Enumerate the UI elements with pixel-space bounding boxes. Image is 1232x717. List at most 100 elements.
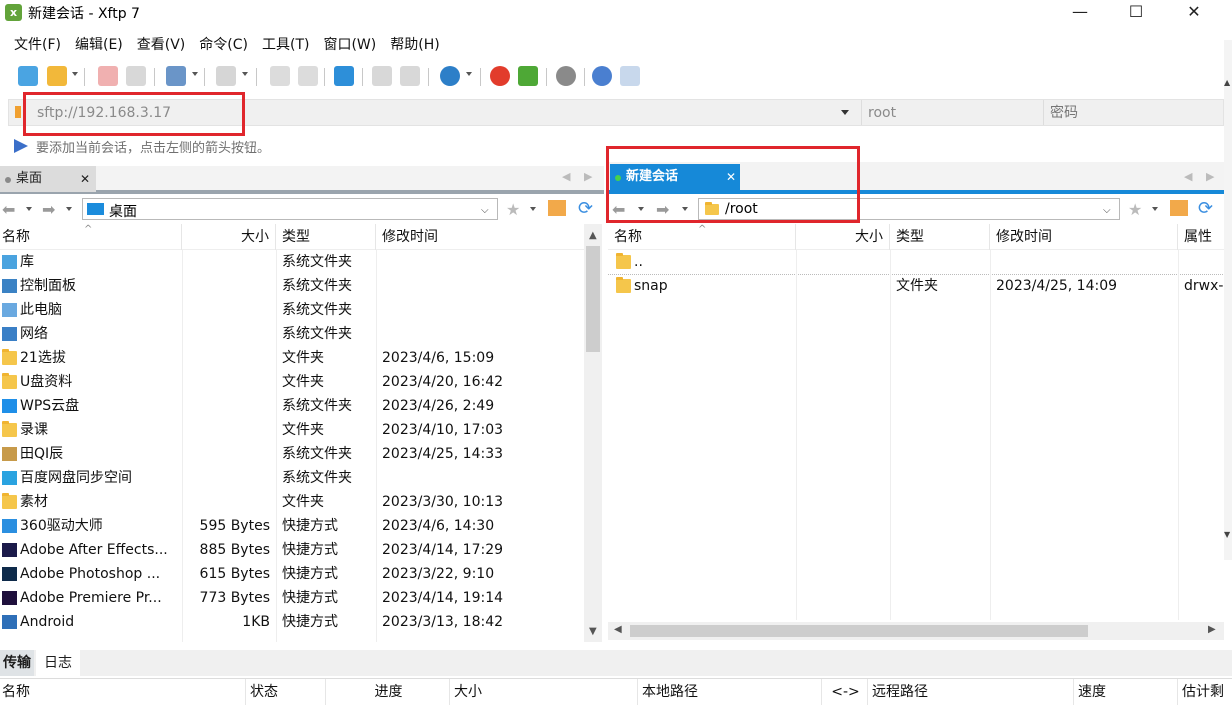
table-row[interactable]: 素材 文件夹 2023/3/30, 10:13 — [0, 490, 584, 514]
star-icon[interactable]: ★ — [1128, 200, 1142, 219]
menu-view[interactable]: 查看(V) — [130, 34, 193, 56]
local-vertical-scrollbar[interactable]: ▲ ▼ — [584, 224, 602, 642]
col-direction[interactable]: <-> — [822, 679, 868, 705]
menu-window[interactable]: 窗口(W) — [316, 34, 383, 56]
scroll-right-icon[interactable]: ▶ — [1208, 624, 1216, 635]
scroll-down-icon[interactable]: ▼ — [1224, 530, 1230, 539]
close-button[interactable]: ✕ — [1166, 0, 1222, 26]
table-row[interactable]: 控制面板 系统文件夹 — [0, 274, 584, 298]
window-edge-scrollbar[interactable]: ▲ ▼ — [1224, 40, 1232, 560]
table-row[interactable]: .. — [608, 250, 1224, 275]
minimize-button[interactable]: — — [1052, 0, 1108, 26]
tab-scroll-left-icon[interactable]: ◀ — [562, 170, 570, 183]
xftp-icon[interactable] — [518, 66, 538, 86]
back-arrow-icon[interactable]: ⬅ — [2, 200, 15, 219]
col-size[interactable]: 大小 — [182, 224, 276, 250]
chevron-down-icon[interactable] — [242, 72, 248, 76]
col-transfer-status[interactable]: 状态 — [246, 679, 326, 705]
table-row[interactable]: Android 1KB 快捷方式 2023/3/13, 18:42 — [0, 610, 584, 634]
menu-edit[interactable]: 编辑(E) — [68, 34, 130, 56]
tab-log[interactable]: 日志 — [36, 650, 80, 676]
col-transfer-progress[interactable]: 进度 — [326, 679, 450, 705]
scroll-up-icon[interactable]: ▲ — [1224, 78, 1230, 87]
local-path-field[interactable]: 桌面 ⌵ — [82, 198, 498, 220]
refresh-icon[interactable]: ⟳ — [1198, 198, 1213, 219]
col-remaining[interactable]: 估计剩 — [1178, 679, 1232, 705]
table-row[interactable]: Adobe After Effects... 885 Bytes 快捷方式 2023/… — [0, 538, 584, 562]
table-row[interactable]: 21选拔 文件夹 2023/4/6, 15:09 — [0, 346, 584, 370]
properties-icon[interactable] — [166, 66, 186, 86]
chevron-down-icon[interactable] — [1152, 207, 1158, 211]
chevron-down-icon[interactable] — [841, 110, 849, 115]
menu-command[interactable]: 命令(C) — [192, 34, 255, 56]
tab-scroll-right-icon[interactable]: ▶ — [1206, 170, 1214, 183]
table-row[interactable]: 田QI辰 系统文件夹 2023/4/25, 14:33 — [0, 442, 584, 466]
col-transfer-size[interactable]: 大小 — [450, 679, 638, 705]
table-row[interactable]: 录课 文件夹 2023/4/10, 17:03 — [0, 418, 584, 442]
tab-scroll-left-icon[interactable]: ◀ — [1184, 170, 1192, 183]
maximize-button[interactable]: ☐ — [1108, 0, 1164, 26]
col-modified[interactable]: 修改时间 — [376, 224, 584, 250]
home-icon[interactable] — [1170, 200, 1188, 216]
table-row[interactable]: snap 文件夹 2023/4/25, 14:09 drwx- — [608, 274, 1224, 298]
chevron-down-icon[interactable] — [466, 72, 472, 76]
tab-transfer[interactable]: 传输 — [0, 650, 34, 676]
view-icon[interactable] — [216, 66, 236, 86]
help-icon[interactable] — [592, 66, 612, 86]
col-size[interactable]: 大小 — [796, 224, 890, 250]
col-transfer-name[interactable]: 名称 — [0, 679, 246, 705]
col-type[interactable]: 类型 — [276, 224, 376, 250]
forward-arrow-icon[interactable]: ➡ — [42, 200, 55, 219]
username-input[interactable] — [861, 100, 1041, 125]
col-type[interactable]: 类型 — [890, 224, 990, 250]
table-row[interactable]: 此电脑 系统文件夹 — [0, 298, 584, 322]
col-remote-path[interactable]: 远程路径 — [868, 679, 1074, 705]
paste-icon[interactable] — [298, 66, 318, 86]
menu-help[interactable]: 帮助(H) — [383, 34, 446, 56]
table-row[interactable]: 百度网盘同步空间 系统文件夹 — [0, 466, 584, 490]
password-input[interactable] — [1043, 100, 1223, 125]
chevron-down-icon[interactable] — [66, 207, 72, 211]
scroll-left-icon[interactable]: ◀ — [614, 624, 622, 635]
chevron-down-icon[interactable] — [530, 207, 536, 211]
col-local-path[interactable]: 本地路径 — [638, 679, 822, 705]
sync-icon[interactable] — [372, 66, 392, 86]
transfer-icon[interactable] — [334, 66, 354, 86]
compare-icon[interactable] — [400, 66, 420, 86]
table-row[interactable]: WPS云盘 系统文件夹 2023/4/26, 2:49 — [0, 394, 584, 418]
globe-icon[interactable] — [440, 66, 460, 86]
open-folder-icon[interactable] — [47, 66, 67, 86]
tab-local-desktop[interactable]: 桌面 ✕ — [0, 166, 96, 192]
refresh-icon[interactable]: ⟳ — [578, 198, 593, 219]
disconnect-icon[interactable] — [98, 66, 118, 86]
chat-icon[interactable] — [620, 66, 640, 86]
chevron-down-icon[interactable]: ⌵ — [1103, 205, 1111, 216]
col-modified[interactable]: 修改时间 — [990, 224, 1178, 250]
menu-file[interactable]: 文件(F) — [7, 34, 68, 56]
remote-horizontal-scrollbar[interactable]: ◀ ▶ — [608, 622, 1224, 640]
table-row[interactable]: Adobe Premiere Pr... 773 Bytes 快捷方式 2023/4/… — [0, 586, 584, 610]
scroll-up-icon[interactable]: ▲ — [589, 230, 597, 241]
scrollbar-thumb[interactable] — [586, 246, 600, 352]
col-speed[interactable]: 速度 — [1074, 679, 1178, 705]
home-icon[interactable] — [548, 200, 566, 216]
col-attributes[interactable]: 属性 — [1178, 224, 1224, 250]
close-icon[interactable]: ✕ — [80, 166, 90, 192]
table-row[interactable]: 360驱动大师 595 Bytes 快捷方式 2023/4/6, 14:30 — [0, 514, 584, 538]
star-icon[interactable]: ★ — [506, 200, 520, 219]
reconnect-icon[interactable] — [126, 66, 146, 86]
chevron-down-icon[interactable] — [72, 72, 78, 76]
tab-scroll-right-icon[interactable]: ▶ — [584, 170, 592, 183]
table-row[interactable]: U盘资料 文件夹 2023/4/20, 16:42 — [0, 370, 584, 394]
chevron-down-icon[interactable]: ⌵ — [481, 205, 489, 216]
new-session-icon[interactable] — [18, 66, 38, 86]
menu-tools[interactable]: 工具(T) — [255, 34, 316, 56]
copy-icon[interactable] — [270, 66, 290, 86]
chevron-down-icon[interactable] — [26, 207, 32, 211]
scrollbar-thumb[interactable] — [630, 625, 1088, 637]
scroll-down-icon[interactable]: ▼ — [589, 626, 597, 637]
gear-icon[interactable] — [556, 66, 576, 86]
chevron-down-icon[interactable] — [192, 72, 198, 76]
xshell-icon[interactable] — [490, 66, 510, 86]
table-row[interactable]: 网络 系统文件夹 — [0, 322, 584, 346]
